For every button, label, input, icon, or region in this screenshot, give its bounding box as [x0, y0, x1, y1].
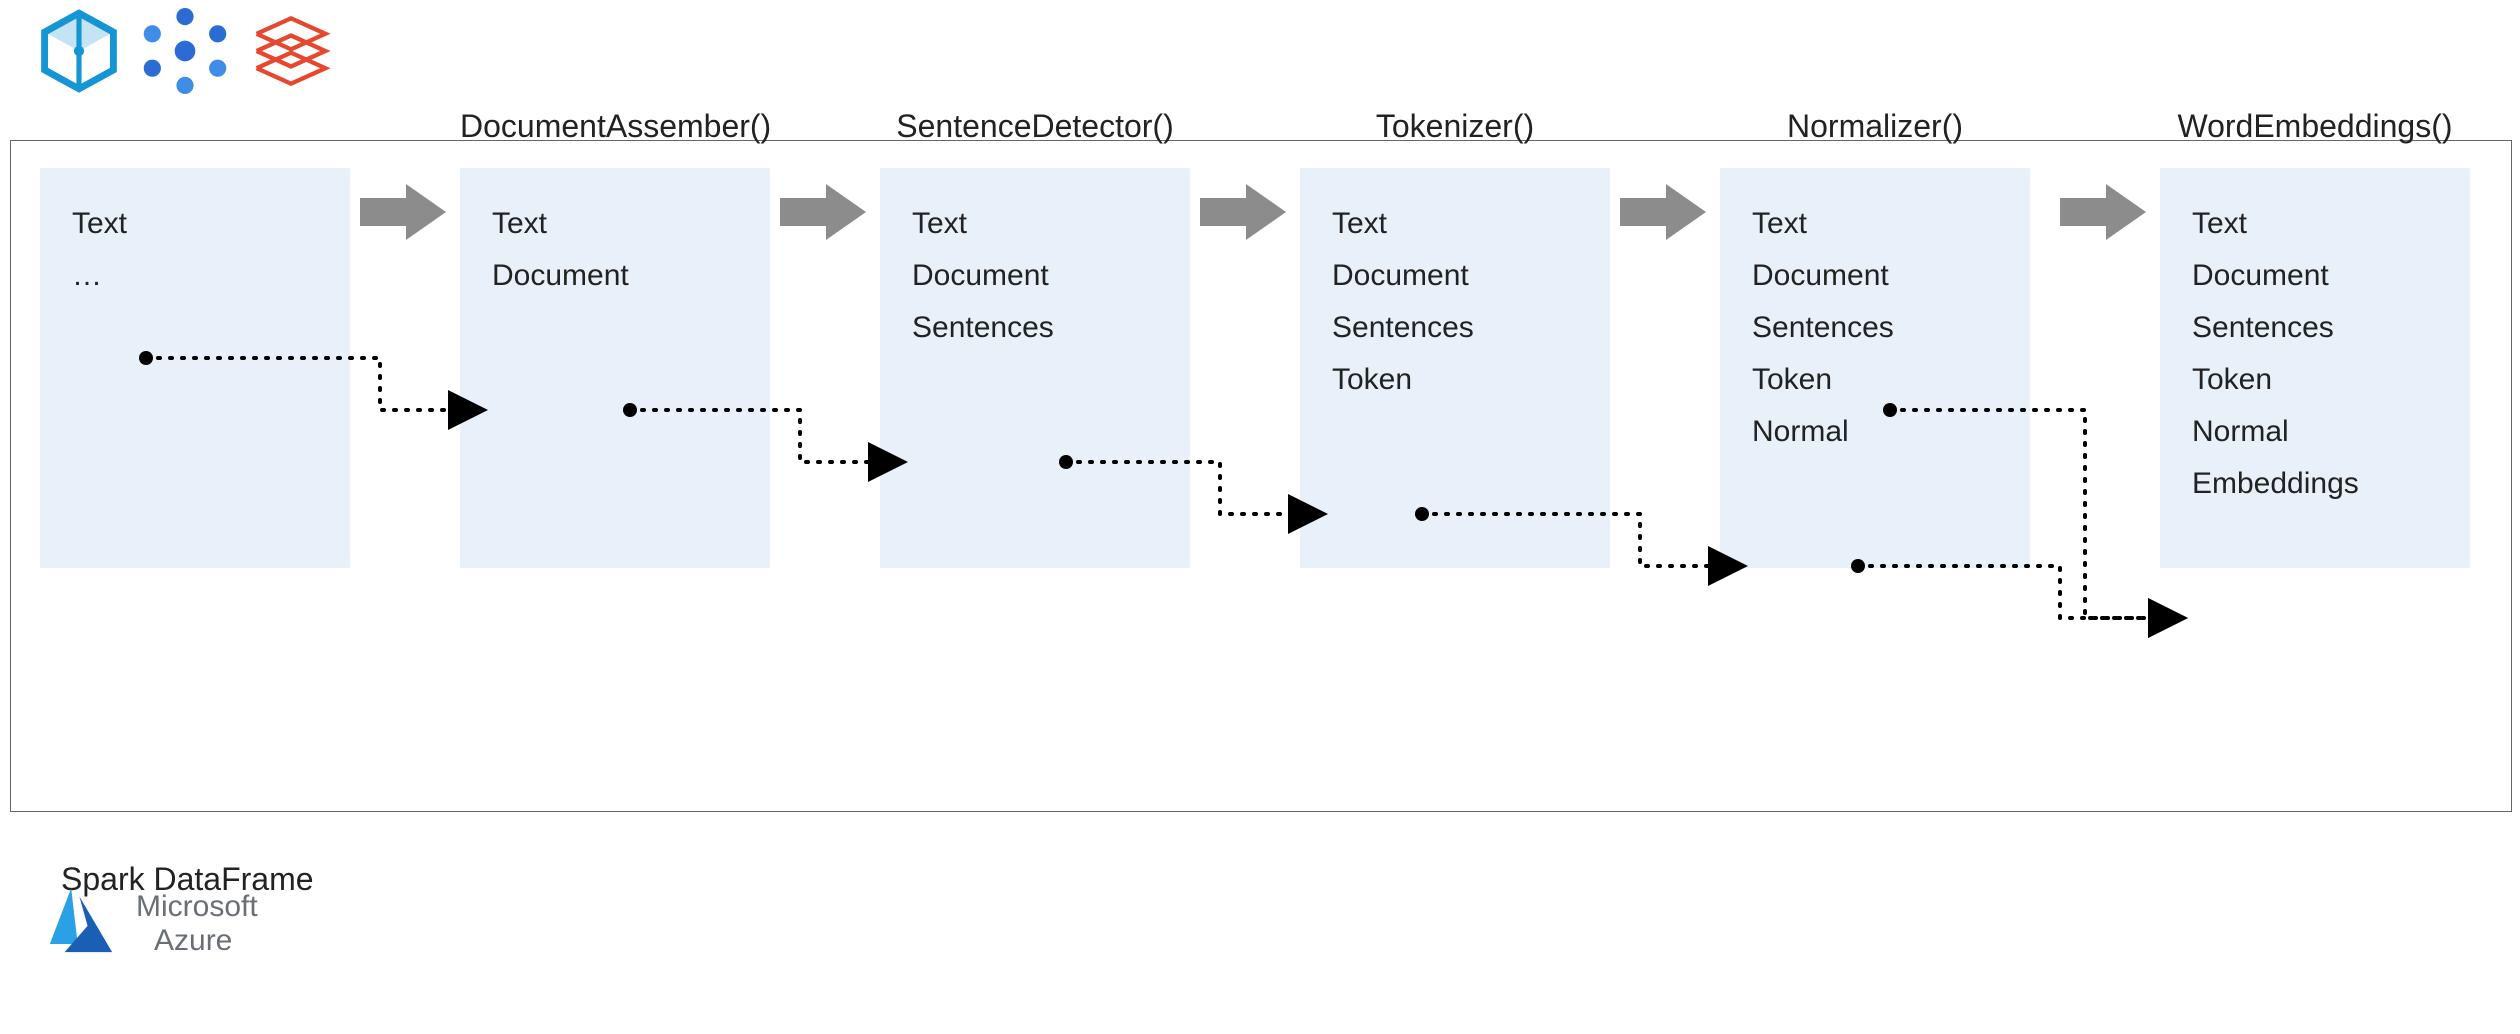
stage-document-assembler: DocumentAssember() TextDocument	[460, 168, 770, 568]
databricks-icon	[248, 8, 334, 99]
column-item: Text	[912, 198, 967, 250]
arrow-icon	[2060, 180, 2146, 244]
diagram-root: Spark DataFrame Text… DocumentAssember()…	[0, 0, 2520, 1034]
column-item: Sentences	[1332, 302, 1474, 354]
column-item: Text	[1752, 198, 1807, 250]
column-item: Text	[1332, 198, 1387, 250]
stage-label: SentenceDetector()	[880, 108, 1190, 145]
brand-line-2: Azure	[136, 924, 258, 958]
stage-label: Tokenizer()	[1300, 108, 1610, 145]
column-item: Embeddings	[2192, 458, 2359, 510]
column-item: Normal	[1752, 406, 1849, 458]
column-item: Text	[72, 198, 127, 250]
column-item: Token	[1332, 354, 1412, 406]
arrow-icon	[1200, 180, 1286, 244]
azure-logo-icon	[40, 880, 122, 967]
stage-input: Text…	[40, 168, 350, 568]
brand-line-1: Microsoft	[136, 890, 258, 924]
column-item: Sentences	[912, 302, 1054, 354]
azure-brand-text: Microsoft Azure	[136, 890, 258, 958]
stage-label: DocumentAssember()	[460, 108, 770, 145]
column-item: Token	[2192, 354, 2272, 406]
stage-label: Normalizer()	[1720, 108, 2030, 145]
column-item: Document	[2192, 250, 2329, 302]
column-item: …	[72, 250, 102, 302]
azure-machine-learning-icon	[142, 8, 228, 99]
column-item: Sentences	[1752, 302, 1894, 354]
column-item: Document	[1752, 250, 1889, 302]
arrow-icon	[1620, 180, 1706, 244]
stage-label: WordEmbeddings()	[2160, 108, 2470, 145]
stage-tokenizer: Tokenizer() TextDocumentSentencesToken	[1300, 168, 1610, 568]
column-item: Text	[2192, 198, 2247, 250]
column-item: Document	[912, 250, 1049, 302]
microsoft-azure-brand: Microsoft Azure	[40, 880, 258, 967]
azure-synapse-icon	[36, 8, 122, 99]
stage-word-embeddings: WordEmbeddings() TextDocumentSentencesTo…	[2160, 168, 2470, 568]
column-item: Text	[492, 198, 547, 250]
arrow-icon	[780, 180, 866, 244]
column-item: Normal	[2192, 406, 2289, 458]
product-icons	[36, 8, 334, 99]
stage-sentence-detector: SentenceDetector() TextDocumentSentences	[880, 168, 1190, 568]
column-item: Token	[1752, 354, 1832, 406]
column-item: Sentences	[2192, 302, 2334, 354]
column-item: Document	[492, 250, 629, 302]
column-item: Document	[1332, 250, 1469, 302]
arrow-icon	[360, 180, 446, 244]
stage-normalizer: Normalizer() TextDocumentSentencesTokenN…	[1720, 168, 2030, 568]
